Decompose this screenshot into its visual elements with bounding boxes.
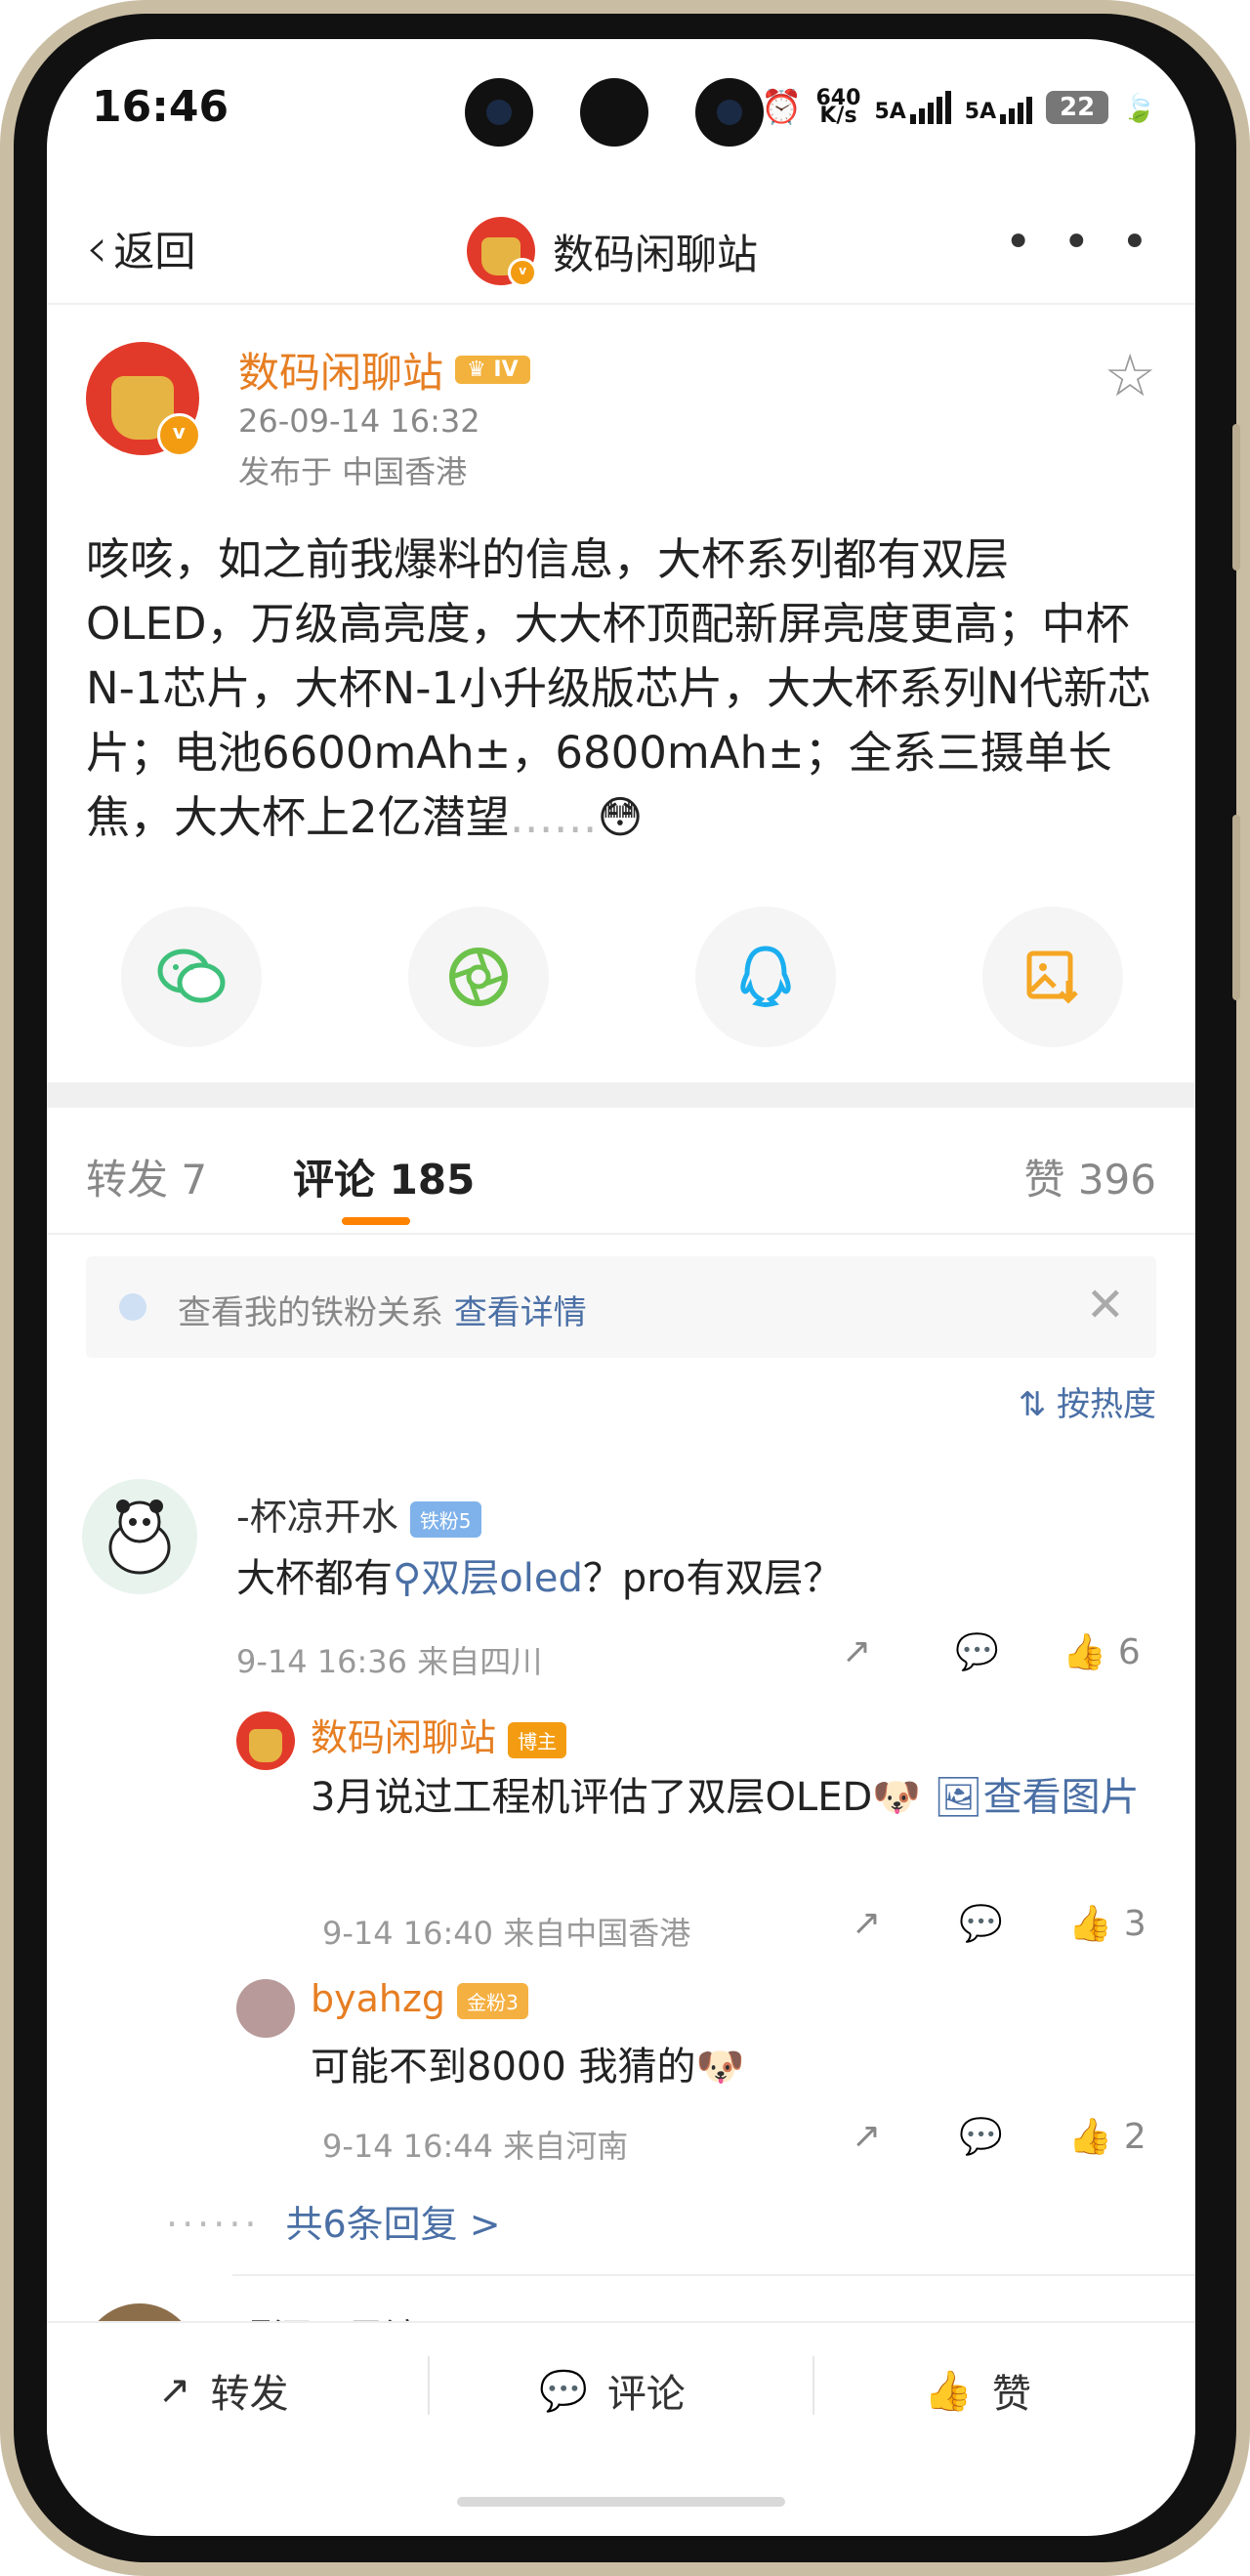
net-speed: 640 K/s (815, 86, 861, 128)
like-button[interactable]: 👍 赞 (924, 2362, 1031, 2419)
reply-comment-icon[interactable]: 💬 (955, 1631, 999, 1672)
post-body: 咳咳，如之前我爆料的信息，大杯系列都有双层OLED，万级高亮度，大大杯顶配新屏亮… (86, 533, 1151, 843)
commenter-avatar[interactable] (82, 1479, 197, 1594)
tab-likes[interactable]: 赞 396 (1023, 1147, 1156, 1206)
reply-username[interactable]: 数码闲聊站 博主 (311, 1708, 567, 1761)
post-header: v 数码闲聊站 ♛ IV 26-09-14 16:32 发布于 中国香港 ☆ (47, 322, 1195, 498)
thumbs-up-icon: 👍 (1062, 1632, 1106, 1672)
repost-button[interactable]: ↗ 转发 (158, 2362, 289, 2419)
thumbs-up-icon: 👍 (924, 2368, 973, 2414)
home-indicator[interactable] (457, 2497, 785, 2507)
qq-icon[interactable] (695, 907, 836, 1047)
tab-indicator (342, 1217, 410, 1225)
section-separator (47, 1082, 1195, 1108)
sort-by-hot-button[interactable]: ⇅ 按热度 (1019, 1377, 1156, 1425)
notice-text: 查看我的铁粉关系 查看详情 (178, 1293, 587, 1332)
post-time: 26-09-14 16:32 (238, 402, 480, 440)
reply-meta: 9-14 16:44 来自河南 (322, 2128, 629, 2165)
nav-title[interactable]: v 数码闲聊站 (467, 217, 759, 287)
nav-title-text: 数码闲聊站 (553, 230, 759, 278)
dog-emoji-icon: 🐶 (872, 1775, 922, 1820)
author-avatar[interactable]: v (86, 342, 201, 457)
reply-reply-icon[interactable]: 💬 (959, 2116, 1003, 2157)
share-icon: ↗ (158, 2368, 191, 2413)
gold-fan-badge: 金粉3 (457, 1983, 528, 2019)
share-comment-icon[interactable]: ↗ (842, 1631, 871, 1671)
share-reply-icon[interactable]: ↗ (852, 1903, 881, 1943)
search-topic-link[interactable]: ⚲双层oled (393, 1556, 583, 1601)
tab-reposts[interactable]: 转发 7 (86, 1147, 207, 1206)
search-icon: ⚲ (393, 1556, 422, 1601)
like-comment-button[interactable]: 👍 6 (1062, 1631, 1141, 1673)
back-button[interactable]: ‹ 返回 (86, 219, 195, 278)
view-image-link[interactable]: 🖼查看图片 (934, 1775, 1140, 1820)
reply-text: 3月说过工程机评估了双层OLED🐶 🖼查看图片 (311, 1775, 1140, 1820)
sort-icon: ⇅ (1018, 1385, 1047, 1424)
tab-bar: 转发 7 评论 185 赞 396 (47, 1108, 1195, 1235)
close-icon[interactable]: ✕ (1086, 1278, 1125, 1332)
camera-right (695, 78, 764, 147)
comment-icon: 💬 (539, 2368, 588, 2414)
share-reply-icon[interactable]: ↗ (852, 2116, 881, 2156)
reply-avatar[interactable] (236, 1979, 295, 2038)
power-button (1232, 815, 1240, 1000)
screen: 16:46 ⏰ 640 K/s 5A 5A 22 🍃 ‹ 返回 v 数码闲聊站 … (47, 39, 1195, 2536)
fan-relation-icon (119, 1293, 146, 1321)
thumbs-up-icon: 👍 (1068, 1904, 1112, 1944)
comment-username[interactable]: -杯凉开水 铁粉5 (236, 1487, 481, 1541)
like-reply-button[interactable]: 👍 2 (1068, 2116, 1146, 2158)
bar-divider (812, 2356, 814, 2415)
signal-2-icon: 5A (965, 91, 1033, 124)
blogger-badge: 博主 (508, 1722, 567, 1758)
more-replies-link[interactable]: ······ 共6条回复 > (166, 2194, 501, 2248)
signal-1-icon: 5A (874, 91, 951, 124)
tiefan-notice: 查看我的铁粉关系 查看详情 ✕ (86, 1256, 1156, 1358)
status-bar: 16:46 ⏰ 640 K/s 5A 5A 22 🍃 (47, 39, 1195, 186)
share-row (47, 907, 1195, 1053)
reply-meta: 9-14 16:40 来自中国香港 (322, 1915, 691, 1952)
alarm-icon: ⏰ (761, 88, 803, 127)
save-image-icon[interactable] (982, 907, 1123, 1047)
moments-icon[interactable] (408, 907, 549, 1047)
thumbs-up-icon: 👍 (1068, 2117, 1112, 2157)
status-icons: ⏰ 640 K/s 5A 5A 22 🍃 (761, 86, 1156, 128)
level-badge: ♛ IV (455, 356, 530, 384)
dog-emoji-icon: 🐶 (695, 2045, 745, 2090)
bottom-action-bar: ↗ 转发 💬 评论 👍 赞 (47, 2321, 1195, 2450)
wechat-icon[interactable] (121, 907, 262, 1047)
reply-reply-icon[interactable]: 💬 (959, 1903, 1003, 1944)
comment-divider (232, 2274, 1195, 2276)
tab-comments[interactable]: 评论 185 (293, 1147, 475, 1206)
like-reply-button[interactable]: 👍 3 (1068, 1903, 1146, 1945)
nav-avatar: v (467, 217, 537, 287)
chevron-left-icon: ‹ (86, 216, 108, 280)
camera-left (465, 78, 533, 147)
battery-icon: 22 (1046, 91, 1109, 124)
comment-text: 大杯都有⚲双层oled？pro有双层？ (236, 1556, 843, 1601)
favorite-star-icon[interactable]: ☆ (1104, 342, 1156, 410)
fan-badge: 铁粉5 (409, 1501, 481, 1538)
leaf-icon: 🍃 (1122, 91, 1156, 124)
back-label: 返回 (113, 228, 196, 275)
author-name[interactable]: 数码闲聊站 ♛ IV (238, 340, 530, 400)
camera-center (580, 78, 648, 147)
reply-avatar[interactable] (236, 1711, 295, 1770)
comment-button[interactable]: 💬 评论 (539, 2362, 686, 2419)
comment-meta: 9-14 16:36 来自四川 (236, 1643, 543, 1680)
post-location: 发布于 中国香港 (238, 453, 468, 490)
view-details-link[interactable]: 查看详情 (454, 1293, 587, 1332)
bar-divider (428, 2356, 430, 2415)
nav-bar: ‹ 返回 v 数码闲聊站 • • • (47, 186, 1195, 305)
status-time: 16:46 (92, 82, 229, 132)
image-icon: 🖼 (933, 1775, 983, 1820)
reply-username[interactable]: byahzg 金粉3 (311, 1977, 528, 2020)
more-options-button[interactable]: • • • (1005, 215, 1156, 270)
volume-button (1232, 424, 1240, 570)
blush-emoji-icon: 😳 (597, 791, 644, 843)
reply-text: 可能不到8000 我猜的🐶 (311, 2045, 745, 2090)
